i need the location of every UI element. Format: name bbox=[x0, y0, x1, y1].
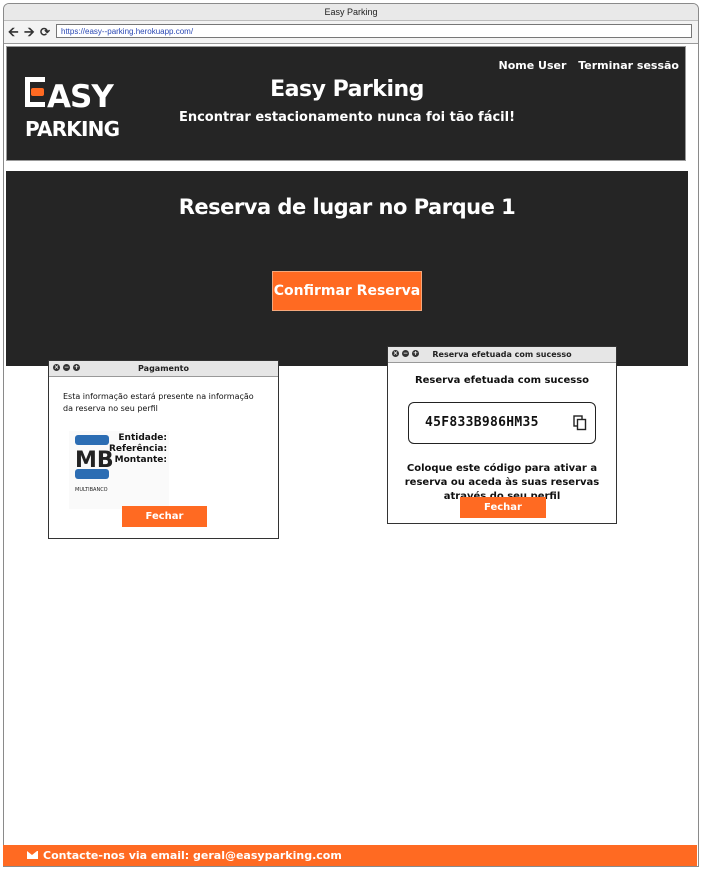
window-controls: × − + bbox=[392, 350, 419, 357]
reservation-code: 45F833B986HM35 bbox=[425, 415, 539, 430]
forward-arrow-icon[interactable]: 🡪 bbox=[24, 24, 35, 40]
reload-icon[interactable]: ⟳ bbox=[40, 24, 50, 40]
site-footer: Contacte-nos via email: geral@easyparkin… bbox=[3, 845, 697, 866]
close-window-icon[interactable]: × bbox=[392, 350, 399, 357]
success-dialog-titlebar: × − + Reserva efetuada com sucesso bbox=[388, 347, 616, 363]
url-field[interactable]: https://easy--parking.herokuapp.com/ bbox=[56, 24, 692, 38]
user-name-link[interactable]: Nome User bbox=[499, 59, 567, 72]
payment-dialog-titlebar: × − + Pagamento bbox=[49, 361, 278, 377]
success-close-button[interactable]: Fechar bbox=[460, 497, 546, 518]
browser-title: Easy Parking bbox=[4, 4, 698, 21]
success-dialog-title: Reserva efetuada com sucesso bbox=[432, 350, 572, 359]
payment-dialog-title: Pagamento bbox=[138, 364, 189, 373]
svg-text:MB: MB bbox=[75, 448, 114, 473]
minimize-window-icon[interactable]: − bbox=[63, 364, 70, 371]
site-tagline: Encontrar estacionamento nunca foi tão f… bbox=[178, 110, 516, 125]
minimize-window-icon[interactable]: − bbox=[402, 350, 409, 357]
success-heading: Reserva efetuada com sucesso bbox=[414, 375, 590, 386]
reference-label: Referência: bbox=[109, 444, 168, 454]
confirm-reservation-button[interactable]: Confirmar Reserva bbox=[272, 271, 422, 311]
browser-toolbar: 🡨 🡪 ⟳ https://easy--parking.herokuapp.co… bbox=[4, 21, 698, 44]
payment-close-button[interactable]: Fechar bbox=[122, 506, 207, 527]
footer-contact[interactable]: Contacte-nos via email: geral@easyparkin… bbox=[43, 845, 342, 866]
maximize-window-icon[interactable]: + bbox=[412, 350, 419, 357]
site-header: ASY PARKING Easy Parking Encontrar estac… bbox=[6, 46, 686, 161]
payment-labels: Entidade: Referência: Montante: bbox=[109, 433, 167, 466]
site-title: Easy Parking bbox=[270, 77, 424, 102]
back-arrow-icon[interactable]: 🡨 bbox=[8, 24, 19, 40]
payment-dialog: × − + Pagamento Esta informação estará p… bbox=[48, 360, 279, 539]
reservation-section: Reserva de lugar no Parque 1 Confirmar R… bbox=[6, 171, 688, 366]
payment-info-text: Esta informação estará presente na infor… bbox=[63, 392, 254, 413]
success-dialog: × − + Reserva efetuada com sucesso Reser… bbox=[387, 346, 617, 524]
reservation-code-box: 45F833B986HM35 bbox=[408, 402, 596, 444]
close-window-icon[interactable]: × bbox=[53, 364, 60, 371]
mail-icon bbox=[27, 851, 38, 859]
entity-label: Entidade: bbox=[118, 433, 167, 443]
user-links: Nome User Terminar sessão bbox=[491, 59, 680, 72]
logout-link[interactable]: Terminar sessão bbox=[578, 59, 679, 72]
copy-icon[interactable] bbox=[573, 415, 587, 431]
reservation-title: Reserva de lugar no Parque 1 bbox=[178, 195, 516, 219]
amount-label: Montante: bbox=[114, 455, 167, 465]
svg-text:MULTIBANCO: MULTIBANCO bbox=[75, 487, 108, 493]
maximize-window-icon[interactable]: + bbox=[73, 364, 80, 371]
window-controls: × − + bbox=[53, 364, 80, 371]
